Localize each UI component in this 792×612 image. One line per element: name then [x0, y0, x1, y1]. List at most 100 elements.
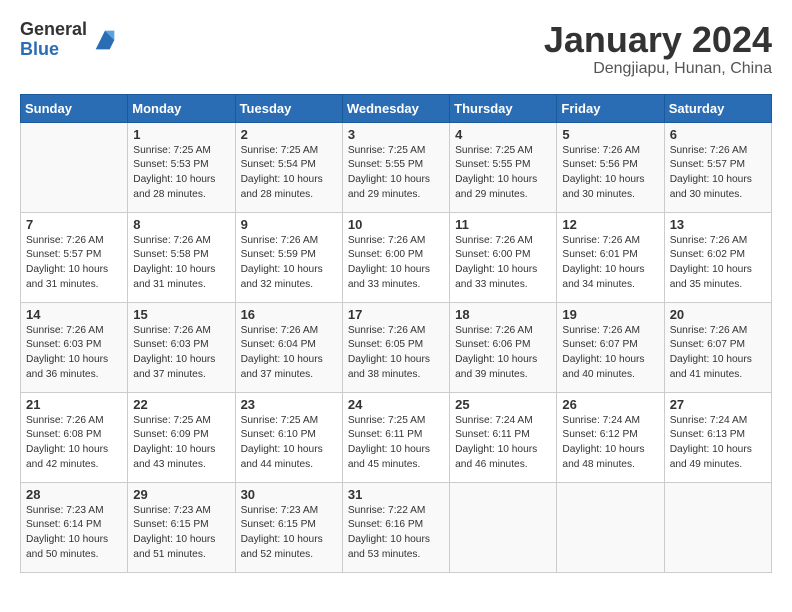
cell-content: Sunrise: 7:26 AM Sunset: 6:01 PM Dayligh…: [562, 234, 658, 293]
day-number: 11: [455, 217, 551, 232]
calendar-cell: 7 Sunrise: 7:26 AM Sunset: 5:57 PM Daylig…: [21, 212, 128, 302]
calendar-cell: 29 Sunrise: 7:23 AM Sunset: 6:15 PM Dayli…: [128, 482, 235, 572]
month-title: January 2024: [544, 20, 772, 60]
calendar-week-row: 28 Sunrise: 7:23 AM Sunset: 6:14 PM Dayli…: [21, 482, 772, 572]
cell-content: Sunrise: 7:25 AM Sunset: 6:09 PM Dayligh…: [133, 414, 229, 473]
calendar-week-row: 7 Sunrise: 7:26 AM Sunset: 5:57 PM Daylig…: [21, 212, 772, 302]
calendar-cell: 24Sunrise: 7:25 AM Sunset: 6:11 PM Dayli…: [342, 392, 449, 482]
calendar-cell: 23Sunrise: 7:25 AM Sunset: 6:10 PM Dayli…: [235, 392, 342, 482]
header: General Blue January 2024 Dengjiapu, Hun…: [20, 20, 772, 78]
calendar-cell: 3 Sunrise: 7:25 AM Sunset: 5:55 PM Daylig…: [342, 122, 449, 212]
day-number: 13: [670, 217, 766, 232]
cell-content: Sunrise: 7:26 AM Sunset: 5:57 PM Dayligh…: [26, 234, 122, 293]
cell-content: Sunrise: 7:23 AM Sunset: 6:15 PM Dayligh…: [241, 504, 337, 563]
day-number: 4: [455, 127, 551, 142]
cell-content: Sunrise: 7:26 AM Sunset: 6:03 PM Dayligh…: [133, 324, 229, 383]
day-number: 22: [133, 397, 229, 412]
day-number: 7: [26, 217, 122, 232]
calendar-cell: 5 Sunrise: 7:26 AM Sunset: 5:56 PM Daylig…: [557, 122, 664, 212]
day-number: 15: [133, 307, 229, 322]
calendar-cell: 28 Sunrise: 7:23 AM Sunset: 6:14 PM Dayli…: [21, 482, 128, 572]
weekday-header-monday: Monday: [128, 94, 235, 122]
cell-content: Sunrise: 7:26 AM Sunset: 6:08 PM Dayligh…: [26, 414, 122, 473]
calendar-cell: 15 Sunrise: 7:26 AM Sunset: 6:03 PM Dayli…: [128, 302, 235, 392]
day-number: 14: [26, 307, 122, 322]
cell-content: Sunrise: 7:23 AM Sunset: 6:14 PM Dayligh…: [26, 504, 122, 563]
weekday-header-thursday: Thursday: [450, 94, 557, 122]
day-number: 12: [562, 217, 658, 232]
cell-content: Sunrise: 7:26 AM Sunset: 6:02 PM Dayligh…: [670, 234, 766, 293]
calendar-cell: [450, 482, 557, 572]
day-number: 20: [670, 307, 766, 322]
calendar-cell: 4 Sunrise: 7:25 AM Sunset: 5:55 PM Daylig…: [450, 122, 557, 212]
weekday-header-friday: Friday: [557, 94, 664, 122]
day-number: 1: [133, 127, 229, 142]
calendar-week-row: 1 Sunrise: 7:25 AM Sunset: 5:53 PM Daylig…: [21, 122, 772, 212]
weekday-header-wednesday: Wednesday: [342, 94, 449, 122]
calendar-cell: 19Sunrise: 7:26 AM Sunset: 6:07 PM Dayli…: [557, 302, 664, 392]
cell-content: Sunrise: 7:25 AM Sunset: 5:55 PM Dayligh…: [348, 144, 444, 203]
cell-content: Sunrise: 7:24 AM Sunset: 6:13 PM Dayligh…: [670, 414, 766, 473]
weekday-header-sunday: Sunday: [21, 94, 128, 122]
calendar-cell: 31Sunrise: 7:22 AM Sunset: 6:16 PM Dayli…: [342, 482, 449, 572]
calendar-week-row: 14 Sunrise: 7:26 AM Sunset: 6:03 PM Dayli…: [21, 302, 772, 392]
cell-content: Sunrise: 7:26 AM Sunset: 6:07 PM Dayligh…: [562, 324, 658, 383]
day-number: 29: [133, 487, 229, 502]
calendar-cell: 22 Sunrise: 7:25 AM Sunset: 6:09 PM Dayli…: [128, 392, 235, 482]
cell-content: Sunrise: 7:26 AM Sunset: 6:00 PM Dayligh…: [455, 234, 551, 293]
calendar-table: SundayMondayTuesdayWednesdayThursdayFrid…: [20, 94, 772, 573]
calendar-cell: 16 Sunrise: 7:26 AM Sunset: 6:04 PM Dayli…: [235, 302, 342, 392]
weekday-header-saturday: Saturday: [664, 94, 771, 122]
day-number: 3: [348, 127, 444, 142]
calendar-week-row: 21Sunrise: 7:26 AM Sunset: 6:08 PM Dayli…: [21, 392, 772, 482]
day-number: 10: [348, 217, 444, 232]
calendar-cell: 11 Sunrise: 7:26 AM Sunset: 6:00 PM Dayli…: [450, 212, 557, 302]
weekday-header-tuesday: Tuesday: [235, 94, 342, 122]
cell-content: Sunrise: 7:26 AM Sunset: 5:56 PM Dayligh…: [562, 144, 658, 203]
calendar-cell: 30 Sunrise: 7:23 AM Sunset: 6:15 PM Dayli…: [235, 482, 342, 572]
logo-icon: [91, 26, 119, 54]
day-number: 27: [670, 397, 766, 412]
calendar-cell: 25Sunrise: 7:24 AM Sunset: 6:11 PM Dayli…: [450, 392, 557, 482]
calendar-cell: 6 Sunrise: 7:26 AM Sunset: 5:57 PM Daylig…: [664, 122, 771, 212]
day-number: 28: [26, 487, 122, 502]
day-number: 9: [241, 217, 337, 232]
cell-content: Sunrise: 7:26 AM Sunset: 6:07 PM Dayligh…: [670, 324, 766, 383]
cell-content: Sunrise: 7:26 AM Sunset: 6:05 PM Dayligh…: [348, 324, 444, 383]
calendar-cell: 14Sunrise: 7:26 AM Sunset: 6:03 PM Dayli…: [21, 302, 128, 392]
day-number: 23: [241, 397, 337, 412]
day-number: 6: [670, 127, 766, 142]
cell-content: Sunrise: 7:24 AM Sunset: 6:11 PM Dayligh…: [455, 414, 551, 473]
calendar-cell: 17 Sunrise: 7:26 AM Sunset: 6:05 PM Dayli…: [342, 302, 449, 392]
cell-content: Sunrise: 7:26 AM Sunset: 5:59 PM Dayligh…: [241, 234, 337, 293]
cell-content: Sunrise: 7:26 AM Sunset: 6:04 PM Dayligh…: [241, 324, 337, 383]
calendar-cell: 1 Sunrise: 7:25 AM Sunset: 5:53 PM Daylig…: [128, 122, 235, 212]
cell-content: Sunrise: 7:25 AM Sunset: 5:53 PM Dayligh…: [133, 144, 229, 203]
day-number: 5: [562, 127, 658, 142]
logo-general: General: [20, 20, 87, 40]
day-number: 8: [133, 217, 229, 232]
cell-content: Sunrise: 7:26 AM Sunset: 6:06 PM Dayligh…: [455, 324, 551, 383]
calendar-cell: 18Sunrise: 7:26 AM Sunset: 6:06 PM Dayli…: [450, 302, 557, 392]
day-number: 31: [348, 487, 444, 502]
title-area: January 2024 Dengjiapu, Hunan, China: [544, 20, 772, 78]
cell-content: Sunrise: 7:26 AM Sunset: 5:58 PM Dayligh…: [133, 234, 229, 293]
logo-blue: Blue: [20, 40, 87, 60]
cell-content: Sunrise: 7:26 AM Sunset: 5:57 PM Dayligh…: [670, 144, 766, 203]
day-number: 30: [241, 487, 337, 502]
day-number: 16: [241, 307, 337, 322]
cell-content: Sunrise: 7:26 AM Sunset: 6:00 PM Dayligh…: [348, 234, 444, 293]
weekday-header-row: SundayMondayTuesdayWednesdayThursdayFrid…: [21, 94, 772, 122]
calendar-cell: [557, 482, 664, 572]
calendar-cell: 12 Sunrise: 7:26 AM Sunset: 6:01 PM Dayli…: [557, 212, 664, 302]
calendar-cell: 20 Sunrise: 7:26 AM Sunset: 6:07 PM Dayli…: [664, 302, 771, 392]
location-title: Dengjiapu, Hunan, China: [544, 60, 772, 78]
calendar-cell: 8 Sunrise: 7:26 AM Sunset: 5:58 PM Daylig…: [128, 212, 235, 302]
cell-content: Sunrise: 7:23 AM Sunset: 6:15 PM Dayligh…: [133, 504, 229, 563]
cell-content: Sunrise: 7:25 AM Sunset: 5:55 PM Dayligh…: [455, 144, 551, 203]
calendar-cell: [21, 122, 128, 212]
logo-text: General Blue: [20, 20, 87, 60]
day-number: 17: [348, 307, 444, 322]
calendar-cell: 2Sunrise: 7:25 AM Sunset: 5:54 PM Daylig…: [235, 122, 342, 212]
calendar-cell: 21Sunrise: 7:26 AM Sunset: 6:08 PM Dayli…: [21, 392, 128, 482]
